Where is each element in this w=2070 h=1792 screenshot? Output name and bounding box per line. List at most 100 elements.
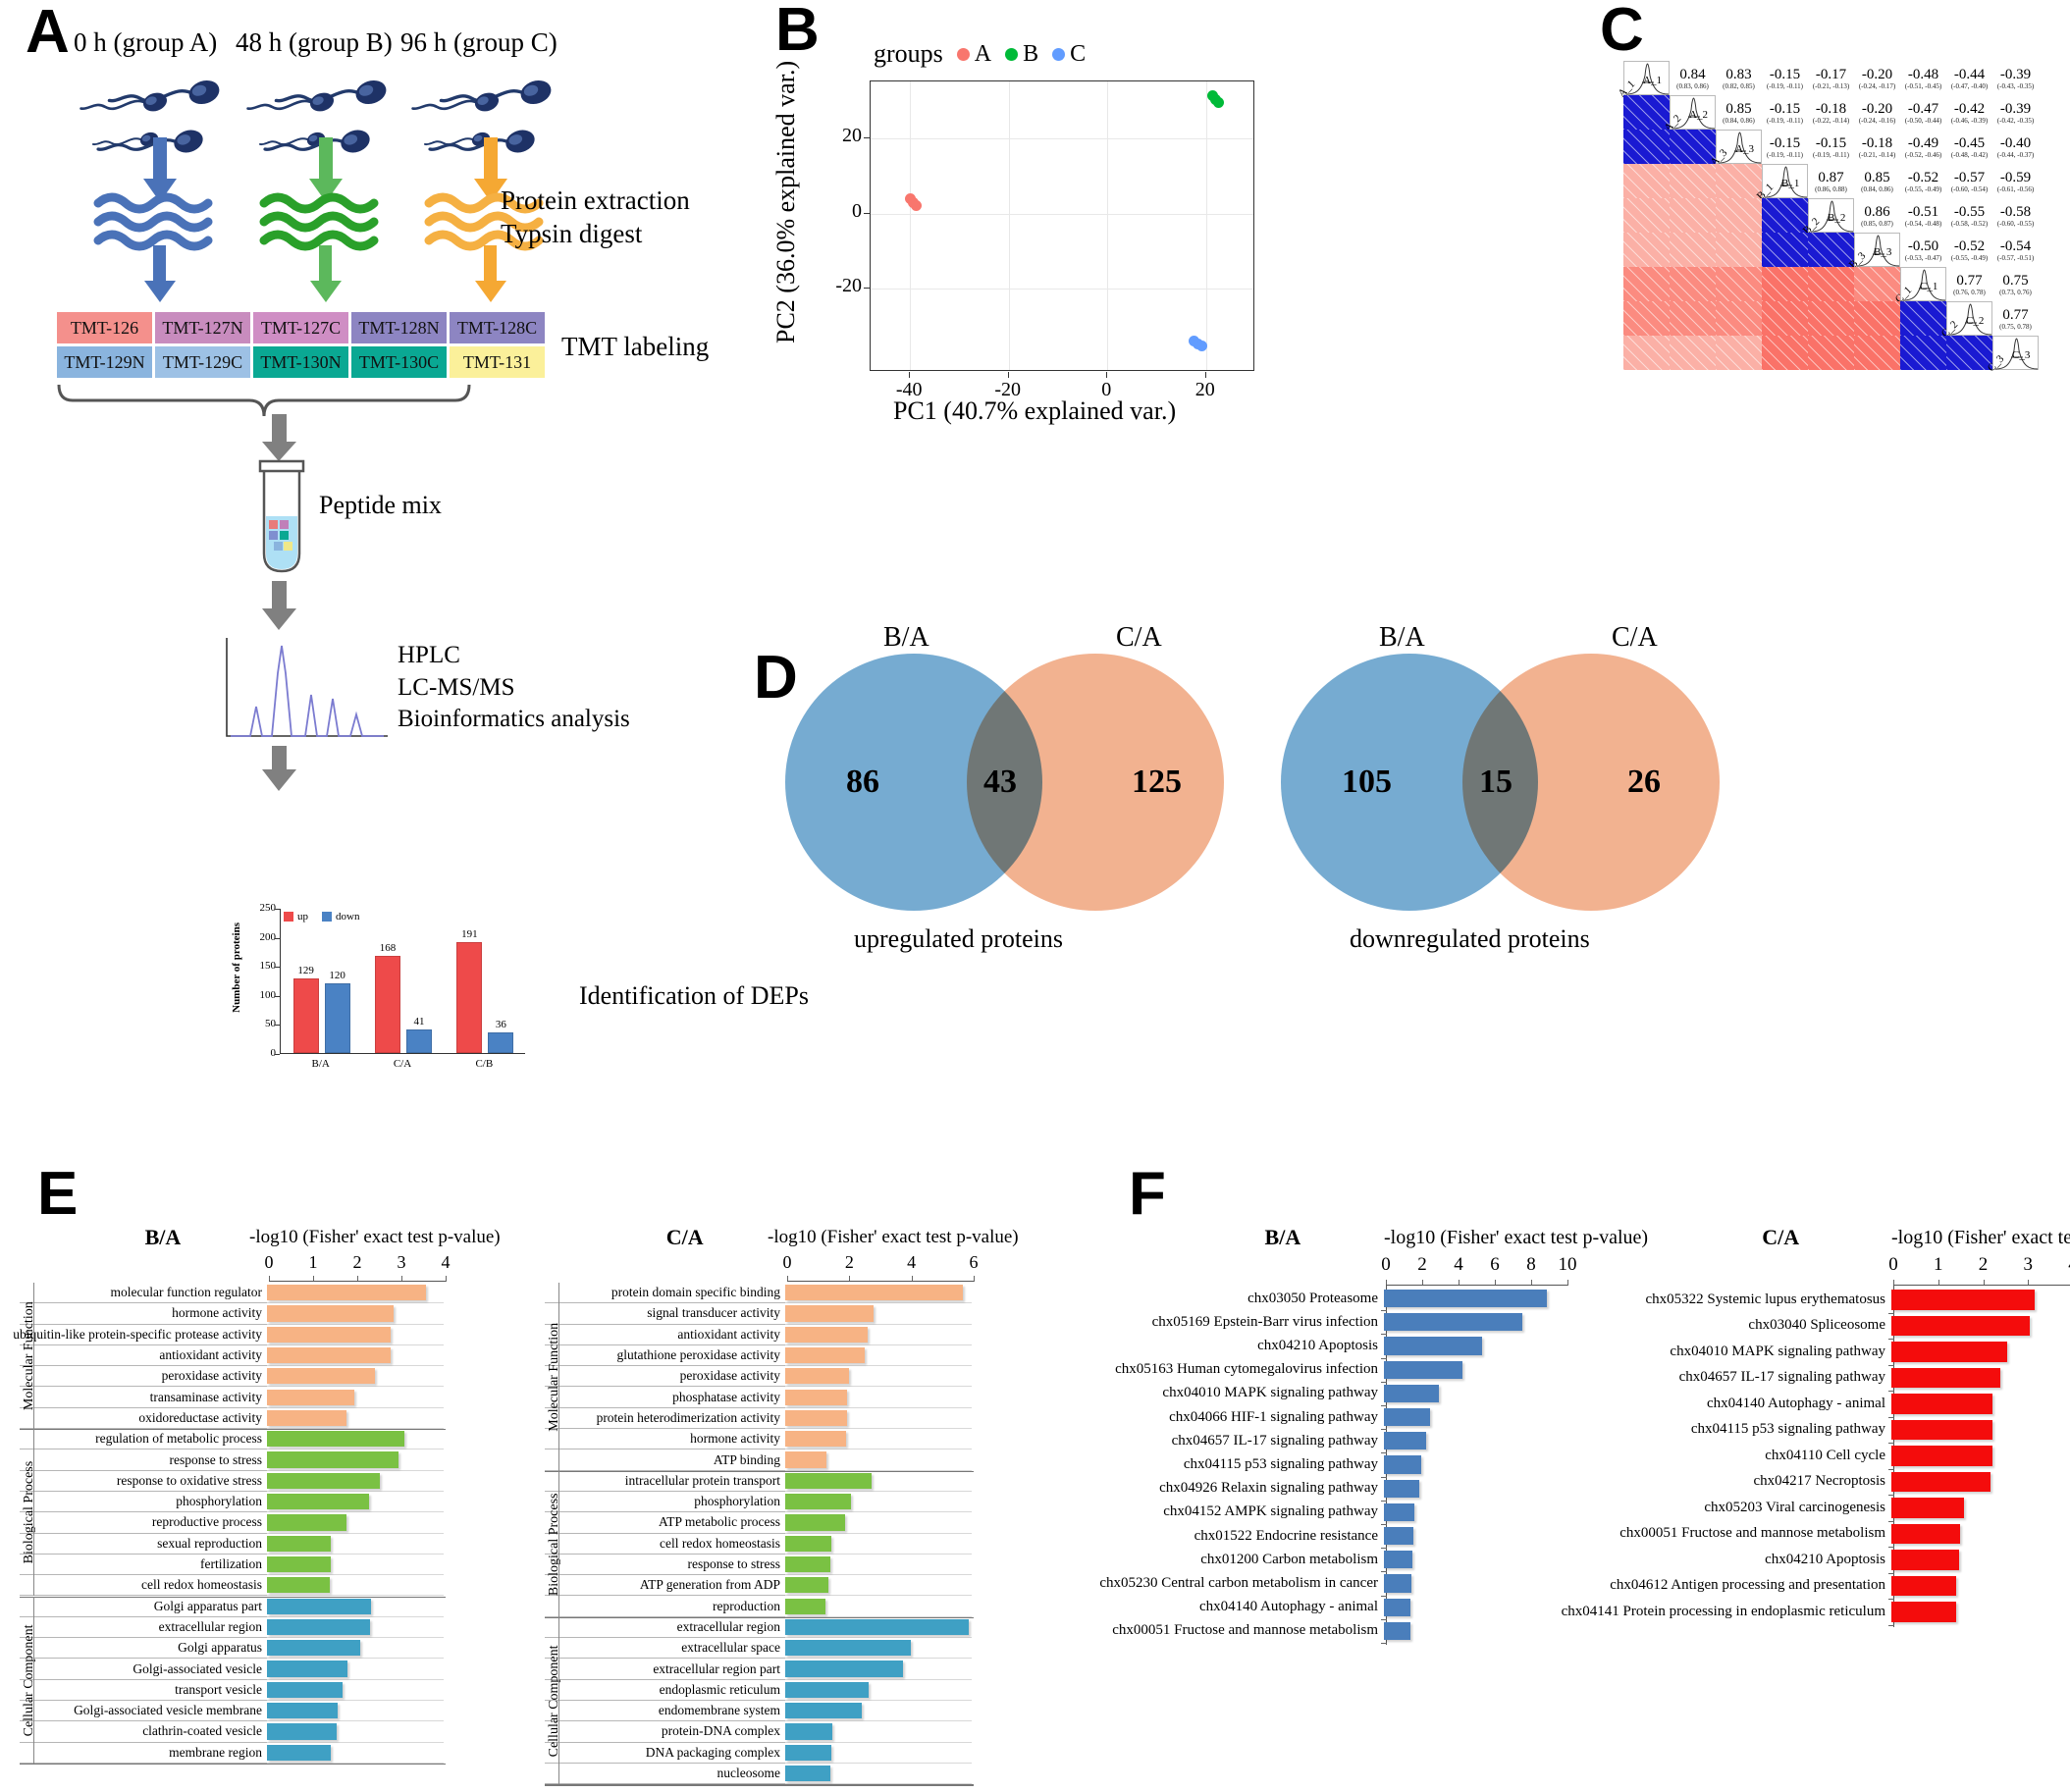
dep-x-tick: C/B bbox=[475, 1058, 494, 1070]
dep-bar-value: 168 bbox=[379, 941, 397, 954]
pca-legend-dot bbox=[1005, 47, 1019, 61]
go-row: oxidoreductase activity bbox=[20, 1408, 446, 1430]
go-category-label: transaminase activity bbox=[20, 1388, 267, 1408]
kegg-bar bbox=[1384, 1621, 1410, 1640]
kegg-row: chx04141 Protein processing in endoplasm… bbox=[1562, 1599, 2070, 1625]
kegg-bar-cell bbox=[1891, 1573, 2070, 1600]
corr-value: -0.15 bbox=[1769, 101, 1801, 117]
pca-gridline-h bbox=[871, 137, 1253, 139]
go-bar-cell bbox=[267, 1408, 444, 1430]
corr-confidence-interval: (-0.44, -0.37) bbox=[1996, 151, 2035, 159]
go-row: intracellular protein transport bbox=[545, 1471, 974, 1492]
tmt-tag-tmt-127n: TMT-127N bbox=[155, 312, 250, 343]
pca-x-axis-title: PC1 (40.7% explained var.) bbox=[893, 396, 1177, 425]
corr-value: -0.50 bbox=[1907, 238, 1939, 254]
corr-confidence-interval: (0.84, 0.86) bbox=[1723, 117, 1755, 125]
go-bar-cell bbox=[785, 1345, 972, 1367]
pca-x-tick: 20 bbox=[1194, 379, 1215, 400]
corr-value: -0.58 bbox=[1999, 204, 2032, 220]
dep-y-tick-mark bbox=[275, 1054, 280, 1055]
kegg-row: chx04115 p53 signaling pathway bbox=[1570, 1417, 2070, 1444]
go-row: signal transducer activity bbox=[545, 1303, 974, 1325]
panel-label-e: E bbox=[37, 1160, 79, 1228]
go-bar-cell bbox=[785, 1325, 972, 1345]
kegg-bar-cell bbox=[1891, 1599, 2070, 1625]
corr-cell-lower bbox=[1623, 336, 1670, 370]
venn-set-label-left: B/A bbox=[883, 622, 929, 653]
go-category-label: signal transducer activity bbox=[545, 1303, 785, 1325]
corr-confidence-interval: (-0.19, -0.11) bbox=[1766, 117, 1804, 125]
kegg-chart-title: C/A bbox=[1762, 1225, 1800, 1249]
kegg-category-label: chx03050 Proteasome bbox=[1247, 1290, 1378, 1306]
pca-x-tick-mark bbox=[1106, 372, 1108, 378]
hplc-line-1: HPLC bbox=[398, 642, 460, 668]
go-row: response to stress bbox=[20, 1449, 446, 1471]
corr-confidence-interval: (0.73, 0.76) bbox=[1999, 289, 2032, 296]
corr-value: 0.84 bbox=[1679, 67, 1706, 82]
kegg-row: chx03050 Proteasome bbox=[1089, 1287, 1567, 1310]
go-row: Golgi apparatus bbox=[20, 1638, 446, 1660]
corr-cell-lower bbox=[1854, 336, 1900, 370]
go-bar bbox=[785, 1577, 828, 1594]
corr-cell-lower bbox=[1716, 198, 1762, 233]
corr-value: -0.59 bbox=[1999, 170, 2032, 185]
corr-confidence-interval: (-0.53, -0.47) bbox=[1904, 254, 1942, 262]
go-row: extracellular space bbox=[545, 1638, 974, 1660]
kegg-bar bbox=[1891, 1471, 1990, 1492]
corr-value: -0.20 bbox=[1861, 101, 1893, 117]
kegg-row: chx04140 Autophagy - animal bbox=[1570, 1391, 2070, 1417]
kegg-category-label: chx05230 Central carbon metabolism in ca… bbox=[1099, 1574, 1378, 1591]
hplc-analysis-labels: HPLC LC-MS/MS Bioinformatics analysis bbox=[398, 640, 630, 736]
corr-cell-lower bbox=[1670, 267, 1716, 301]
go-bar bbox=[267, 1451, 399, 1468]
go-x-tick: 2 bbox=[352, 1252, 362, 1272]
corr-cell-lower bbox=[1623, 267, 1670, 301]
dep-plot-area: 129 120 168 41 191 36 bbox=[280, 909, 525, 1054]
go-bar bbox=[785, 1723, 833, 1740]
kegg-bar bbox=[1384, 1384, 1440, 1402]
go-bar bbox=[267, 1535, 332, 1552]
corr-diagonal-label: A_1 bbox=[1643, 75, 1662, 86]
dep-bar bbox=[292, 977, 319, 1053]
go-bar-cell bbox=[267, 1429, 444, 1450]
pca-legend-dot bbox=[1052, 47, 1066, 61]
kegg-row: chx04217 Necroptosis bbox=[1570, 1469, 2070, 1496]
go-chart-title: C/A bbox=[665, 1225, 704, 1249]
go-x-tick: 0 bbox=[264, 1252, 274, 1272]
panel-d-venn: B/A C/A 86 43 125 upregulated proteins B/A C/A… bbox=[746, 622, 1747, 953]
corr-value: -0.15 bbox=[1815, 135, 1847, 151]
go-x-tick: 1 bbox=[308, 1252, 318, 1272]
go-row: ATP generation from ADP bbox=[545, 1575, 974, 1597]
go-row: antioxidant activity bbox=[545, 1325, 974, 1345]
go-bar-cell bbox=[267, 1366, 444, 1388]
corr-confidence-interval: (-0.22, -0.14) bbox=[1812, 117, 1850, 125]
pca-legend-label: B bbox=[1023, 40, 1039, 67]
corr-confidence-interval: (-0.55, -0.49) bbox=[1950, 254, 1989, 262]
go-row: transport vesicle bbox=[20, 1680, 446, 1701]
go-bar-cell bbox=[785, 1555, 972, 1576]
go-bar-cell bbox=[785, 1471, 972, 1492]
group-b-header: 48 h (group B) bbox=[236, 27, 393, 57]
go-bar bbox=[785, 1681, 869, 1698]
kegg-x-tick: 2 bbox=[1417, 1254, 1427, 1275]
go-bar bbox=[267, 1681, 343, 1698]
kegg-bar-cell bbox=[1891, 1547, 2070, 1573]
correlation-grid: A_1 0.84 (0.83, 0.86) 0.83 (0.82, 0.85) -0.15… bbox=[1616, 61, 2051, 375]
go-category-label: extracellular region bbox=[20, 1617, 267, 1639]
go-group-rule bbox=[33, 1429, 34, 1597]
kegg-row: chx04115 p53 signaling pathway bbox=[1089, 1452, 1567, 1476]
pca-x-tick-mark bbox=[909, 372, 911, 378]
tmt-tag-tmt-126: TMT-126 bbox=[57, 312, 152, 343]
kegg-x-tick: 6 bbox=[1490, 1254, 1500, 1275]
go-bar bbox=[267, 1305, 395, 1322]
go-bar bbox=[267, 1431, 404, 1448]
venn-count-left: 105 bbox=[1342, 764, 1392, 800]
peptide-tube-icon bbox=[258, 459, 305, 573]
go-bar-cell bbox=[267, 1680, 444, 1701]
kegg-category-label: chx03040 Spliceosome bbox=[1748, 1317, 1885, 1334]
kegg-row: chx03040 Spliceosome bbox=[1570, 1313, 2070, 1340]
go-row: antioxidant activity bbox=[20, 1345, 446, 1367]
kegg-bar bbox=[1384, 1290, 1547, 1308]
kegg-bar bbox=[1384, 1455, 1421, 1474]
brace-to-tube bbox=[57, 384, 471, 461]
